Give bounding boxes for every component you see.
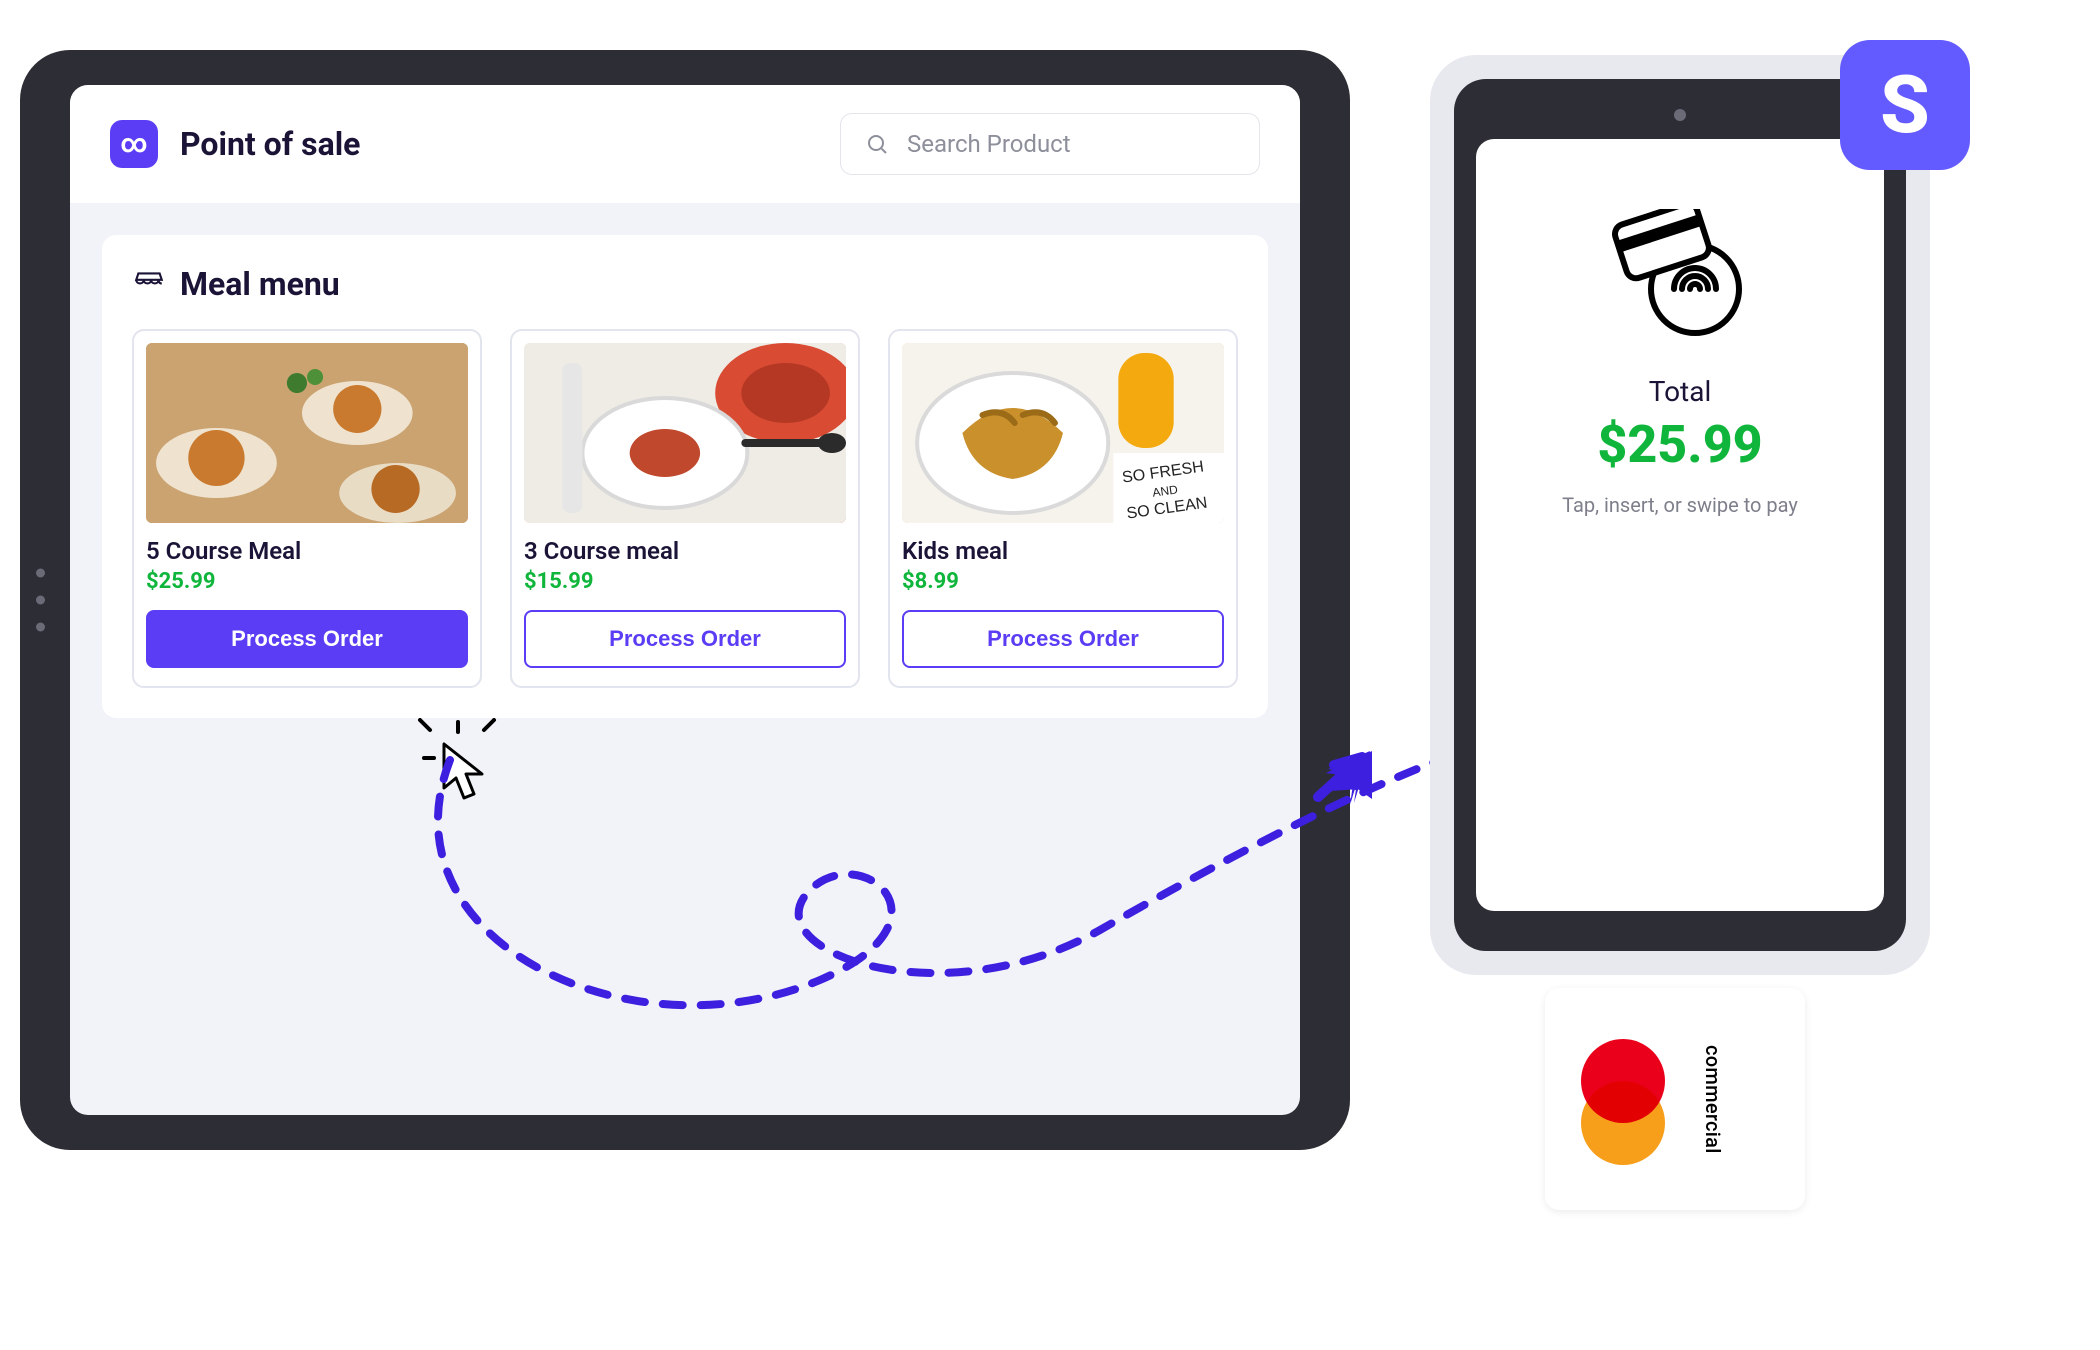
meal-image: [146, 343, 468, 523]
tablet-screen: ∞ Point of sale Search Product Meal menu: [70, 85, 1300, 1115]
stripe-glyph: S: [1880, 58, 1930, 152]
menu-panel: Meal menu: [102, 235, 1268, 718]
button-label: Process Order: [609, 626, 761, 651]
search-input[interactable]: Search Product: [840, 113, 1260, 175]
tablet-device: ∞ Point of sale Search Product Meal menu: [20, 50, 1350, 1150]
meal-card: 5 Course Meal $25.99 Process Order: [132, 329, 482, 688]
meal-card-row: 5 Course Meal $25.99 Process Order: [132, 329, 1238, 688]
meal-price: $8.99: [902, 569, 1224, 594]
process-order-button[interactable]: Process Order: [524, 610, 846, 668]
stripe-badge: S: [1840, 40, 1970, 170]
button-label: Process Order: [987, 626, 1139, 651]
tablet-speaker-dots: [36, 569, 45, 632]
payment-terminal: Total $25.99 Tap, insert, or swipe to pa…: [1430, 55, 1930, 975]
meal-card: 3 Course meal $15.99 Process Order: [510, 329, 860, 688]
app-logo: ∞: [110, 120, 158, 168]
meal-image: [524, 343, 846, 523]
meal-price: $15.99: [524, 569, 846, 594]
credit-card: commercial: [1545, 988, 1805, 1210]
meal-name: Kids meal: [902, 537, 1224, 565]
meal-card: SO FRESH AND SO CLEAN Kids meal $8.99 Pr…: [888, 329, 1238, 688]
meal-image: SO FRESH AND SO CLEAN: [902, 343, 1224, 523]
search-icon: [865, 132, 889, 156]
search-placeholder: Search Product: [907, 130, 1071, 158]
meal-price: $25.99: [146, 569, 468, 594]
card-label: commercial: [1701, 1045, 1725, 1154]
meal-name: 3 Course meal: [524, 537, 846, 565]
payment-hint: Tap, insert, or swipe to pay: [1562, 493, 1798, 517]
section-title: Meal menu: [180, 265, 340, 303]
app-header: ∞ Point of sale Search Product: [70, 85, 1300, 203]
contactless-card-icon: [1600, 209, 1760, 339]
total-label: Total: [1649, 375, 1712, 408]
terminal-screen: Total $25.99 Tap, insert, or swipe to pa…: [1476, 139, 1884, 911]
process-order-button[interactable]: Process Order: [902, 610, 1224, 668]
terminal-camera-dot: [1674, 109, 1686, 121]
meal-name: 5 Course Meal: [146, 537, 468, 565]
mastercard-icon: [1567, 1039, 1677, 1159]
button-label: Process Order: [231, 626, 383, 651]
app-logo-glyph: ∞: [120, 129, 147, 159]
total-amount: $25.99: [1597, 414, 1762, 475]
page-title: Point of sale: [180, 125, 360, 163]
store-icon: [132, 267, 166, 301]
process-order-button[interactable]: Process Order: [146, 610, 468, 668]
